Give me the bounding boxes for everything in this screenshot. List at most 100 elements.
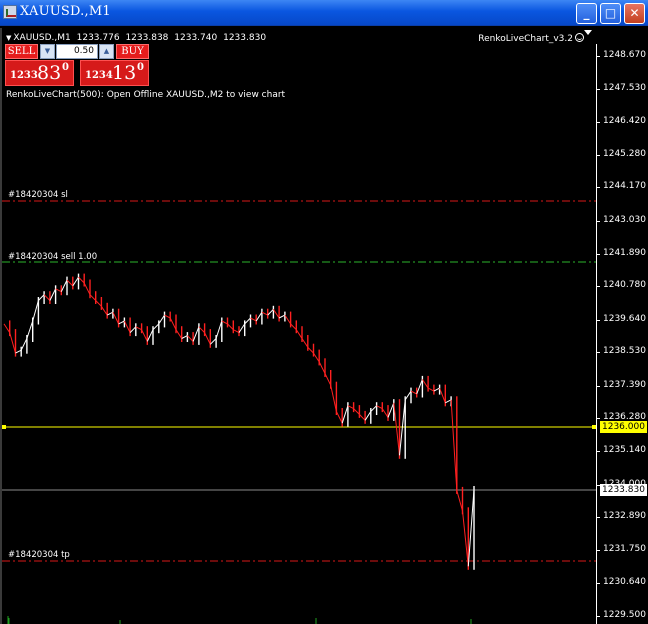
sell-price-point: 0 (62, 62, 69, 73)
price-path-segment (215, 320, 223, 339)
price-tick-mark (596, 121, 600, 123)
price-path-segment (135, 326, 142, 331)
price-path-segment (456, 490, 463, 511)
price-path-segment (227, 323, 234, 331)
buy-price-big: 1234 (85, 70, 113, 81)
price-tick-mark (596, 89, 600, 91)
price-path-segment (370, 405, 377, 412)
lot-decrease-chevron-down-icon[interactable]: ▼ (40, 44, 55, 59)
price-tick-label: 1229.500 (603, 610, 646, 620)
price-tick-mark (596, 56, 600, 57)
price-path-segment (181, 335, 188, 339)
price-path-segment (169, 317, 177, 330)
price-tick-label: 1235.140 (603, 445, 646, 456)
price-path-segment (78, 276, 85, 284)
price-path-segment (267, 308, 274, 316)
expert-advisor-label[interactable]: RenkoLiveChart_v3.2 (478, 33, 584, 44)
price-tick-label: 1248.670 (603, 50, 646, 60)
price-path-segment (66, 279, 74, 287)
price-tick-mark (596, 582, 600, 584)
buy-button[interactable]: BUY (116, 44, 149, 59)
sl-line-label: #18420304 sl (8, 190, 68, 200)
price-tick-label: 1239.640 (603, 313, 646, 324)
buy-price-box[interactable]: 1234 13 0 (80, 60, 149, 86)
bid-price-tag: 1233.830 (600, 484, 647, 496)
chart-high: 1233.838 (125, 33, 169, 43)
price-path-segment (335, 411, 343, 424)
expert-name: RenkoLiveChart_v3.2 (478, 34, 573, 44)
price-path-segment (192, 326, 200, 342)
price-tick-label: 1246.420 (603, 115, 646, 126)
price-tick-label: 1243.030 (603, 214, 646, 225)
price-path-segment (233, 329, 240, 334)
price-tick-label: 1237.390 (603, 379, 646, 390)
price-tick-mark (596, 616, 600, 617)
chart-menu-triangle-icon[interactable] (584, 30, 592, 35)
price-path-segment (204, 332, 211, 345)
price-path-segment (330, 385, 337, 412)
price-tick-mark (596, 417, 600, 419)
price-path-segment (221, 320, 228, 325)
price-path-segment (72, 276, 79, 287)
price-tick-label: 1247.530 (603, 83, 646, 94)
price-path-segment (55, 288, 62, 293)
price-path-segment (359, 414, 366, 421)
price-path-segment (353, 408, 360, 415)
price-path-segment (152, 323, 160, 331)
price-path-segment (244, 317, 251, 325)
price-path-segment (445, 399, 452, 404)
lot-size-input[interactable]: 0.50 (56, 44, 98, 59)
chart-open: 1233.776 (76, 33, 120, 43)
price-path-segment (255, 311, 263, 322)
sell-price-pips: 83 (37, 62, 62, 84)
triangle-down-icon: ▼ (6, 34, 12, 42)
price-axis[interactable]: 1248.670 1247.530 1246.420 1245.280 1244.170… (596, 44, 648, 624)
price-path-segment (290, 323, 297, 331)
price-tick-mark (596, 286, 600, 288)
price-path-segment (381, 408, 389, 418)
price-path-segment (3, 323, 11, 333)
price-path-segment (187, 335, 194, 342)
price-path-segment (60, 279, 68, 292)
sell-button[interactable]: SELL (5, 44, 38, 59)
price-path-segment (112, 311, 120, 325)
price-path-segment (209, 338, 217, 345)
lot-increase-chevron-up-icon[interactable]: ▲ (99, 44, 114, 59)
buy-price-pips: 13 (112, 62, 137, 84)
price-path-segment (404, 390, 412, 401)
price-tick-mark (596, 187, 600, 189)
price-tick-label: 1245.280 (603, 149, 646, 160)
price-path-segment (278, 314, 286, 319)
sell-price-box[interactable]: 1233 83 0 (5, 60, 74, 86)
price-tick-mark (596, 155, 600, 157)
price-path-segment (439, 387, 446, 403)
price-tick-mark (596, 385, 600, 387)
price-path-segment (427, 387, 435, 392)
price-path-segment (250, 317, 257, 322)
price-tick-mark (596, 451, 600, 453)
price-tick-label: 1238.530 (603, 346, 646, 357)
price-path-segment (175, 329, 183, 339)
price-path-segment (347, 405, 354, 410)
price-tick-label: 1244.170 (603, 181, 646, 192)
price-path-segment (376, 405, 383, 410)
one-click-trading-panel: SELL ▼ 0.50 ▲ BUY 1233 83 0 1234 13 0 (5, 44, 149, 86)
price-path-segment (364, 411, 372, 421)
price-tick-mark (596, 352, 600, 354)
price-path-segment (83, 282, 91, 295)
price-path-segment (43, 294, 51, 301)
price-path-segment (462, 510, 469, 567)
price-path-segment (421, 379, 429, 389)
price-tick-mark (596, 220, 600, 222)
price-path-segment (387, 402, 395, 418)
price-path-segment (295, 329, 303, 339)
alert-price-tag: 1236.000 (600, 421, 647, 433)
price-path-segment (324, 373, 332, 386)
price-path-segment (141, 329, 148, 342)
price-path-segment (318, 361, 326, 374)
smiley-icon (575, 33, 584, 42)
price-path-segment (393, 402, 400, 456)
price-tick-mark (596, 516, 600, 518)
chart-low: 1233.740 (174, 33, 218, 43)
price-path-segment (49, 288, 57, 301)
